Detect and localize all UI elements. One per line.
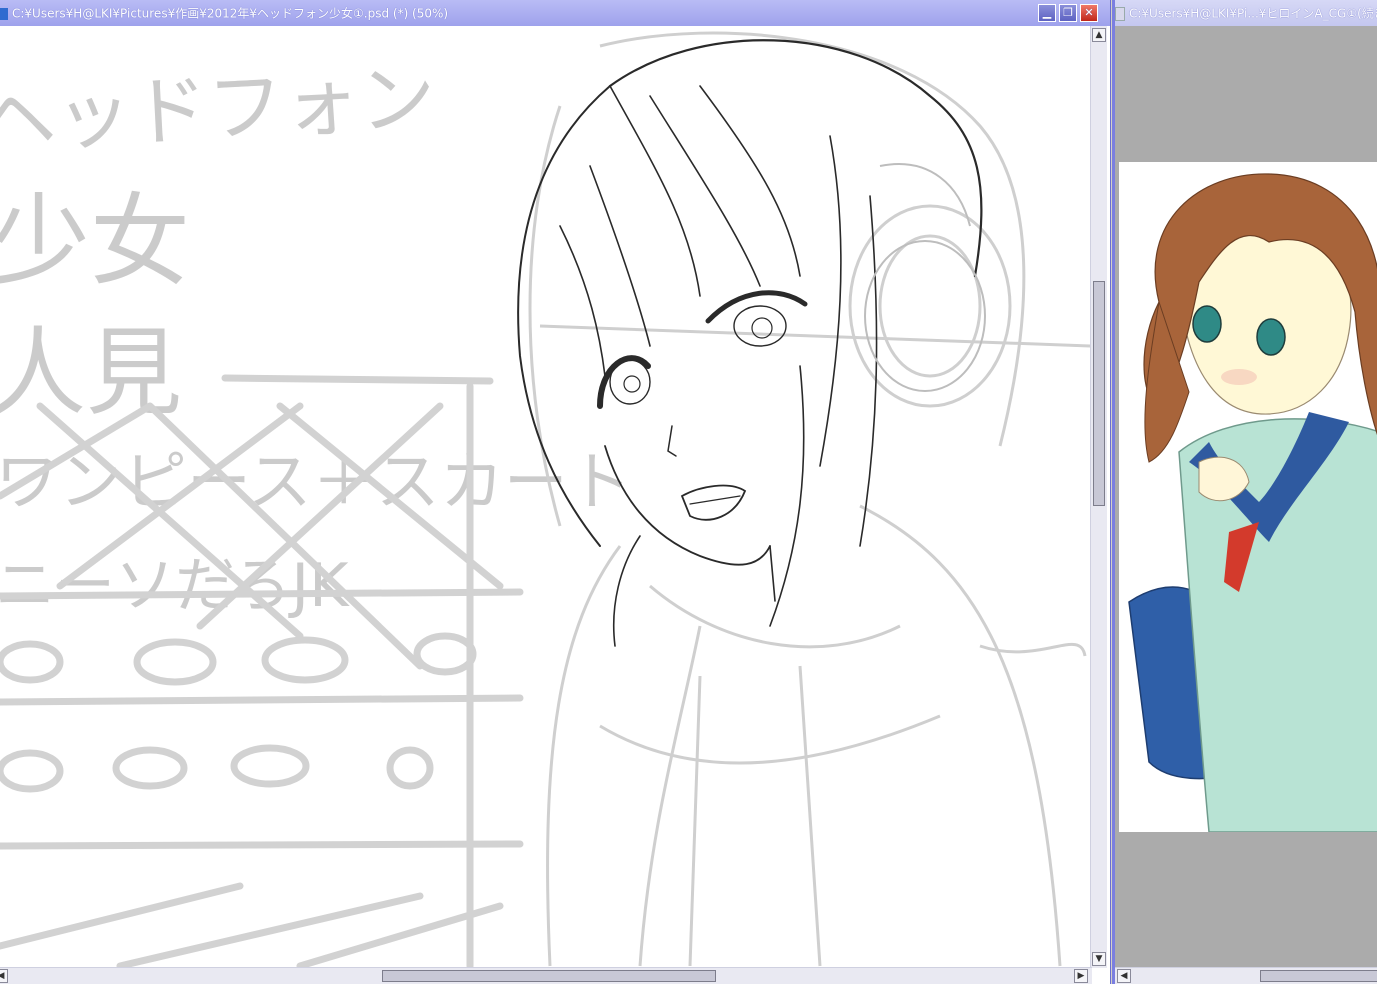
sketch-note-kneesocks: ニーソだろJK (0, 551, 350, 621)
main-vertical-scroll-thumb[interactable] (1093, 281, 1105, 506)
reference-horizontal-scrollbar[interactable]: ◀ (1115, 967, 1377, 984)
left-eye-shape (1192, 305, 1222, 343)
main-window-title: C:¥Users¥H@LKI¥Pictures¥作画¥2012年¥ヘッドフォン少… (12, 6, 449, 21)
document-icon (0, 7, 8, 20)
arrow-up-icon[interactable]: ▲ (1092, 28, 1106, 42)
reference-title-bar[interactable]: C:¥Users¥H@LKI¥Pi...¥ヒロインA_CG①(続き (1115, 0, 1377, 26)
blush-shape (1221, 369, 1257, 385)
sketch-artwork: ヘッドフォン 少女 人見 ワンピース＋スカート ニーソだろJK (0, 31, 1090, 968)
minimize-button[interactable]: ▁ (1038, 4, 1056, 22)
sketch-note-headphones: ヘッドフォン (0, 53, 438, 166)
main-horizontal-scrollbar[interactable]: ◀ ▶ (0, 967, 1092, 984)
reference-canvas[interactable] (1119, 162, 1377, 832)
sketch-note-girl: 少女 (0, 183, 190, 300)
arrow-down-icon[interactable]: ▼ (1092, 952, 1106, 966)
arrow-left-icon[interactable]: ◀ (0, 969, 8, 983)
document-icon (1115, 6, 1125, 21)
right-eye-shape (1256, 318, 1286, 356)
reference-illustration (1128, 173, 1377, 832)
close-button[interactable]: ✕ (1080, 4, 1098, 22)
reference-horizontal-scroll-thumb[interactable] (1260, 970, 1377, 982)
main-vertical-scrollbar[interactable]: ▲ ▼ (1090, 26, 1107, 968)
restore-button[interactable]: ❐ (1059, 4, 1077, 22)
main-document-window: C:¥Users¥H@LKI¥Pictures¥作画¥2012年¥ヘッドフォン少… (0, 0, 1111, 984)
main-title-bar[interactable]: C:¥Users¥H@LKI¥Pictures¥作画¥2012年¥ヘッドフォン少… (0, 0, 1110, 26)
reference-image-window: C:¥Users¥H@LKI¥Pi...¥ヒロインA_CG①(続き ◀ (1112, 0, 1377, 984)
reference-window-title: C:¥Users¥H@LKI¥Pi...¥ヒロインA_CG①(続き (1129, 6, 1377, 21)
arrow-right-icon[interactable]: ▶ (1074, 969, 1088, 983)
drawing-canvas[interactable]: ヘッドフォン 少女 人見 ワンピース＋スカート ニーソだろJK (0, 26, 1090, 968)
main-horizontal-scroll-thumb[interactable] (382, 970, 716, 982)
arrow-left-icon[interactable]: ◀ (1117, 969, 1131, 983)
